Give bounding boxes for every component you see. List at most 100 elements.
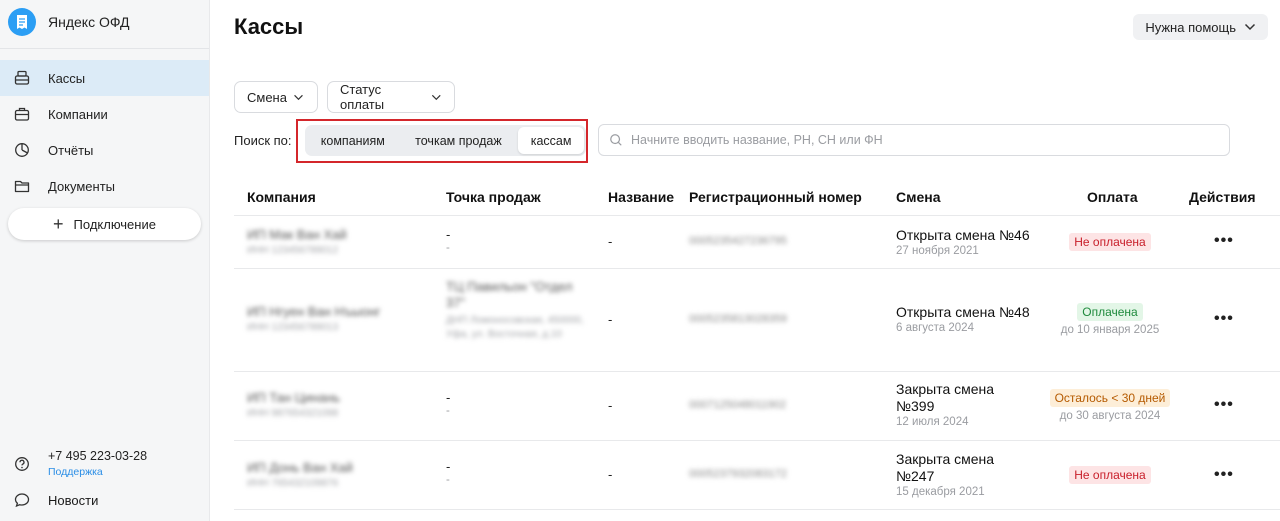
shift-filter-label: Смена bbox=[247, 89, 287, 105]
shift-date: 27 ноября 2021 bbox=[896, 245, 979, 257]
shift-status: Закрыта смена №247 bbox=[896, 451, 995, 484]
point-of-sale-name: - bbox=[446, 459, 451, 474]
kassa-name-cell: - bbox=[608, 234, 613, 249]
chart-icon bbox=[15, 143, 29, 157]
brand[interactable]: Яндекс ОФД bbox=[8, 8, 130, 36]
company-inn: ИНН 123456789013 bbox=[247, 322, 339, 333]
sidebar-item-kassy[interactable]: Кассы bbox=[0, 60, 209, 96]
row-actions-menu-button[interactable]: ••• bbox=[1214, 396, 1234, 414]
plus-icon: + bbox=[53, 214, 64, 234]
shift-cell: Закрыта смена №399 12 июля 2024 bbox=[896, 381, 1006, 428]
sidebar: Яндекс ОФД Кассы Компании Отчёты Докумен… bbox=[0, 0, 210, 521]
point-of-sale-cell: ТЦ Павильон "Отдел 37" ДНП Ломоносовская… bbox=[446, 279, 586, 342]
search-icon bbox=[610, 134, 622, 146]
point-of-sale-name: - bbox=[446, 390, 451, 405]
main-content: Кассы Нужна помощь Смена Статус оплаты П… bbox=[210, 0, 1280, 521]
row-actions-menu-button[interactable]: ••• bbox=[1214, 466, 1234, 484]
divider bbox=[0, 48, 209, 49]
column-header-shift[interactable]: Смена bbox=[896, 189, 941, 205]
sidebar-item-companies[interactable]: Компании bbox=[0, 96, 209, 132]
cash-register-icon bbox=[14, 70, 30, 85]
sidebar-item-label: Документы bbox=[48, 178, 116, 194]
support-block: +7 495 223-03-28 Поддержка bbox=[0, 444, 209, 484]
payment-status-filter-dropdown[interactable]: Статус оплаты bbox=[327, 81, 455, 113]
point-of-sale-address: - bbox=[446, 405, 450, 417]
divider bbox=[234, 268, 1280, 269]
company-cell: ИП Мак Ван Хай ИНН 123456789012 bbox=[247, 227, 347, 256]
sidebar-item-label: Компании bbox=[48, 106, 108, 122]
payment-until: до 30 августа 2024 bbox=[1059, 410, 1161, 422]
point-of-sale-address: - bbox=[446, 242, 450, 254]
sidebar-footer: +7 495 223-03-28 Поддержка Новости bbox=[0, 444, 209, 516]
column-header-point-of-sale[interactable]: Точка продаж bbox=[446, 189, 541, 205]
payment-cell: Не оплачена bbox=[1030, 466, 1190, 484]
column-header-reg-number[interactable]: Регистрационный номер bbox=[689, 189, 862, 205]
sidebar-item-news[interactable]: Новости bbox=[0, 484, 209, 516]
connect-label: Подключение bbox=[73, 216, 156, 232]
search-input[interactable] bbox=[631, 133, 1211, 147]
search-field bbox=[598, 124, 1230, 156]
help-button[interactable]: Нужна помощь bbox=[1133, 14, 1268, 40]
column-header-name[interactable]: Название bbox=[608, 189, 674, 205]
support-link[interactable]: Поддержка bbox=[48, 466, 147, 478]
shift-date: 6 августа 2024 bbox=[896, 322, 974, 334]
divider bbox=[234, 440, 1280, 441]
company-cell: ИП Тан Цинань ИНН 987654321098 bbox=[247, 390, 340, 419]
row-actions-menu-button[interactable]: ••• bbox=[1214, 310, 1234, 328]
point-of-sale-cell: - - bbox=[446, 390, 450, 417]
news-label: Новости bbox=[48, 492, 99, 508]
reg-number-cell: 0005235813028359 bbox=[689, 313, 787, 325]
sidebar-item-reports[interactable]: Отчёты bbox=[0, 132, 209, 168]
shift-date: 15 декабря 2021 bbox=[896, 486, 985, 498]
row-actions-menu-button[interactable]: ••• bbox=[1214, 232, 1234, 250]
column-header-actions: Действия bbox=[1189, 189, 1256, 205]
point-of-sale-address: - bbox=[446, 474, 450, 486]
company-name: ИП Донь Ван Хай bbox=[247, 460, 353, 475]
company-inn: ИНН 123456789012 bbox=[247, 245, 339, 256]
company-name: ИП Мак Ван Хай bbox=[247, 227, 347, 242]
divider bbox=[234, 509, 1280, 510]
point-of-sale-name: ТЦ Павильон "Отдел 37" bbox=[446, 279, 573, 310]
sidebar-nav: Кассы Компании Отчёты Документы bbox=[0, 60, 209, 204]
sidebar-item-documents[interactable]: Документы bbox=[0, 168, 209, 204]
search-scope-companies[interactable]: компаниям bbox=[307, 127, 399, 154]
question-icon bbox=[15, 457, 29, 471]
payment-status-badge: Осталось < 30 дней bbox=[1049, 389, 1171, 407]
shift-date: 12 июля 2024 bbox=[896, 416, 969, 428]
payment-cell: Оплачена до 10 января 2025 bbox=[1030, 303, 1190, 336]
folder-icon bbox=[14, 180, 30, 193]
connect-button[interactable]: + Подключение bbox=[8, 208, 201, 240]
divider bbox=[234, 215, 1280, 216]
payment-status-badge: Не оплачена bbox=[1069, 233, 1151, 251]
shift-status: Открыта смена №48 bbox=[896, 304, 1030, 320]
reg-number-cell: 0005235427236795 bbox=[689, 235, 787, 247]
company-inn: ИНН 765432109876 bbox=[247, 478, 339, 489]
point-of-sale-cell: - - bbox=[446, 459, 450, 486]
point-of-sale-address: ДНП Ломоносовская, 450000, Уфа, ул. Вост… bbox=[446, 315, 584, 340]
company-cell: ИП Нгуен Ван Нъыонг ИНН 123456789013 bbox=[247, 304, 381, 333]
chevron-down-icon bbox=[432, 94, 442, 100]
shift-status: Открыта смена №46 bbox=[896, 227, 1030, 243]
brand-name: Яндекс ОФД bbox=[48, 14, 130, 30]
company-cell: ИП Донь Ван Хай ИНН 765432109876 bbox=[247, 460, 353, 489]
column-header-payment[interactable]: Оплата bbox=[1087, 189, 1138, 205]
shift-cell: Открыта смена №46 27 ноября 2021 bbox=[896, 227, 1030, 257]
shift-cell: Закрыта смена №247 15 декабря 2021 bbox=[896, 451, 1006, 498]
kassa-name-cell: - bbox=[608, 312, 613, 327]
column-header-company[interactable]: Компания bbox=[247, 189, 316, 205]
help-label: Нужна помощь bbox=[1145, 19, 1236, 35]
company-name: ИП Нгуен Ван Нъыонг bbox=[247, 304, 381, 319]
company-name: ИП Тан Цинань bbox=[247, 390, 340, 405]
kassa-name-cell: - bbox=[608, 467, 613, 482]
kassa-name-cell: - bbox=[608, 398, 613, 413]
search-scope-points-of-sale[interactable]: точкам продаж bbox=[399, 127, 519, 154]
shift-filter-dropdown[interactable]: Смена bbox=[234, 81, 318, 113]
sidebar-item-label: Кассы bbox=[48, 70, 86, 86]
chat-bubble-icon bbox=[14, 493, 30, 508]
page-title: Кассы bbox=[234, 14, 304, 39]
support-phone[interactable]: +7 495 223-03-28 bbox=[48, 449, 147, 463]
search-scope-kassy[interactable]: кассам bbox=[518, 127, 584, 154]
reg-number-cell: 0005237932083172 bbox=[689, 468, 787, 480]
divider bbox=[234, 371, 1280, 372]
shift-status: Закрыта смена №399 bbox=[896, 381, 995, 414]
